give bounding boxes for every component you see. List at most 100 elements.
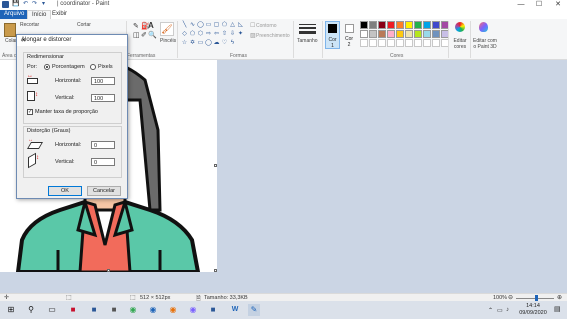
keep-ratio-checkbox[interactable]: ✓: [27, 109, 33, 115]
palette-color-swatch[interactable]: [414, 21, 422, 29]
custom-color-slot[interactable]: [378, 39, 386, 47]
brush-icon[interactable]: 🖌: [160, 22, 174, 36]
pencil-icon[interactable]: ✎: [133, 22, 139, 30]
network-icon[interactable]: ▭: [497, 307, 503, 314]
paint-taskbar-icon[interactable]: ✎: [248, 304, 260, 316]
brushes-button[interactable]: Pincéis: [160, 38, 176, 44]
paste-icon[interactable]: [4, 23, 16, 37]
shapes-gallery[interactable]: ╲ ∿ ◯ ▭ ▢ ⬠ △ ◺ ◇ ⬠ ⬡ ⇨ ⇦ ⇧ ⇩ ✦ ☆ ✡ ▭ ◯ …: [181, 22, 245, 48]
app-icon-3[interactable]: ■: [108, 304, 120, 316]
app-icon-4[interactable]: ◉: [147, 304, 159, 316]
palette-color-swatch[interactable]: [414, 30, 422, 38]
app-icon-6[interactable]: ◉: [187, 304, 199, 316]
color1-button[interactable]: Cor 1: [325, 21, 340, 49]
close-button[interactable]: ✕: [549, 0, 567, 10]
left-arrow-shape-icon[interactable]: ⇦: [213, 31, 220, 37]
skew-horizontal-input[interactable]: 0: [91, 141, 115, 149]
edit-colors-button[interactable]: Editar cores: [451, 38, 469, 50]
outline-dropdown[interactable]: Contorno: [256, 23, 277, 29]
custom-color-slot[interactable]: [387, 39, 395, 47]
palette-color-swatch[interactable]: [378, 21, 386, 29]
palette-color-swatch[interactable]: [432, 30, 440, 38]
palette-color-swatch[interactable]: [387, 30, 395, 38]
right-arrow-shape-icon[interactable]: ⇨: [205, 31, 212, 37]
quick-access-dropdown-icon[interactable]: ▾: [40, 1, 47, 8]
crop-button[interactable]: Recortar: [20, 22, 39, 28]
palette-color-swatch[interactable]: [396, 30, 404, 38]
palette-color-swatch[interactable]: [360, 21, 368, 29]
palette-color-swatch[interactable]: [360, 30, 368, 38]
eraser-icon[interactable]: ◫: [133, 31, 140, 39]
star5-shape-icon[interactable]: ☆: [181, 40, 188, 46]
zoom-out-icon[interactable]: ⊖: [508, 294, 513, 301]
palette-color-swatch[interactable]: [432, 21, 440, 29]
picker-icon[interactable]: ✐: [141, 31, 147, 39]
custom-color-slot[interactable]: [360, 39, 368, 47]
ok-button[interactable]: OK: [48, 186, 82, 196]
star6-shape-icon[interactable]: ✡: [189, 40, 196, 46]
edit-colors-icon[interactable]: [455, 22, 465, 32]
hexagon-shape-icon[interactable]: ⬡: [197, 31, 204, 37]
palette-color-swatch[interactable]: [369, 30, 377, 38]
heart-shape-icon[interactable]: ♡: [221, 40, 228, 46]
custom-color-slot[interactable]: [432, 39, 440, 47]
save-icon[interactable]: 💾: [12, 1, 19, 8]
palette-color-swatch[interactable]: [405, 21, 413, 29]
pixels-label[interactable]: Pixels: [98, 64, 113, 70]
app-icon-7[interactable]: ■: [207, 304, 219, 316]
callout-cloud-shape-icon[interactable]: ☁: [213, 40, 220, 46]
app-icon-1[interactable]: ■: [67, 304, 79, 316]
app-icon-5[interactable]: ◉: [167, 304, 179, 316]
callout-oval-shape-icon[interactable]: ◯: [205, 40, 212, 46]
diamond-shape-icon[interactable]: ◇: [181, 31, 188, 37]
notifications-icon[interactable]: ▤: [554, 305, 561, 313]
custom-color-slot[interactable]: [423, 39, 431, 47]
edit-paint3d-button[interactable]: Editar com o Paint 3D: [471, 38, 499, 50]
triangle-shape-icon[interactable]: △: [229, 22, 236, 28]
app-icon-2[interactable]: ■: [88, 304, 100, 316]
callout-rect-shape-icon[interactable]: ▭: [197, 40, 204, 46]
horizontal-percent-input[interactable]: 100: [91, 77, 115, 85]
zoom-in-icon[interactable]: ⊕: [557, 294, 562, 301]
palette-color-swatch[interactable]: [387, 21, 395, 29]
resize-handle-right[interactable]: [214, 164, 217, 167]
tab-file[interactable]: Arquivo: [0, 10, 29, 19]
palette-color-swatch[interactable]: [405, 30, 413, 38]
resize-handle-bottom[interactable]: [107, 269, 110, 272]
skew-vertical-input[interactable]: 0: [91, 158, 115, 166]
outline-icon[interactable]: ☐: [250, 22, 255, 29]
curve-shape-icon[interactable]: ∿: [189, 22, 196, 28]
palette-color-swatch[interactable]: [423, 21, 431, 29]
custom-color-slot[interactable]: [405, 39, 413, 47]
text-icon[interactable]: A: [148, 21, 154, 30]
fill-shape-icon[interactable]: ▨: [250, 32, 256, 39]
size-button[interactable]: Tamanho: [297, 38, 318, 44]
cancel-button[interactable]: Cancelar: [87, 186, 121, 196]
pentagon-shape-icon[interactable]: ⬠: [189, 31, 196, 37]
oval-shape-icon[interactable]: ◯: [197, 22, 204, 28]
clock-time[interactable]: 14:14: [520, 303, 546, 309]
task-view-icon[interactable]: ▭: [46, 304, 58, 316]
word-icon[interactable]: W: [229, 304, 241, 316]
rounded-rectangle-shape-icon[interactable]: ▢: [213, 22, 220, 28]
tab-view[interactable]: Exibir: [48, 10, 71, 19]
undo-icon[interactable]: ↶: [22, 1, 29, 8]
down-arrow-shape-icon[interactable]: ⇩: [229, 31, 236, 37]
percent-label[interactable]: Porcentagem: [52, 64, 85, 70]
palette-color-swatch[interactable]: [423, 30, 431, 38]
tray-arrow-icon[interactable]: ⌃: [488, 307, 493, 314]
windows-start-icon[interactable]: ⊞: [5, 304, 17, 316]
up-arrow-shape-icon[interactable]: ⇧: [221, 31, 228, 37]
palette-color-swatch[interactable]: [378, 30, 386, 38]
right-triangle-shape-icon[interactable]: ◺: [237, 22, 244, 28]
polygon-shape-icon[interactable]: ⬠: [221, 22, 228, 28]
custom-color-slot[interactable]: [414, 39, 422, 47]
pixels-radio[interactable]: [90, 64, 96, 70]
vertical-percent-input[interactable]: 100: [91, 94, 115, 102]
star4-shape-icon[interactable]: ✦: [237, 31, 244, 37]
dialog-close-icon[interactable]: ✕: [21, 37, 124, 44]
volume-icon[interactable]: ♪: [506, 307, 509, 313]
color2-button[interactable]: Cor 2: [343, 21, 356, 49]
cut-button[interactable]: Cortar: [77, 22, 91, 28]
rectangle-shape-icon[interactable]: ▭: [205, 22, 212, 28]
